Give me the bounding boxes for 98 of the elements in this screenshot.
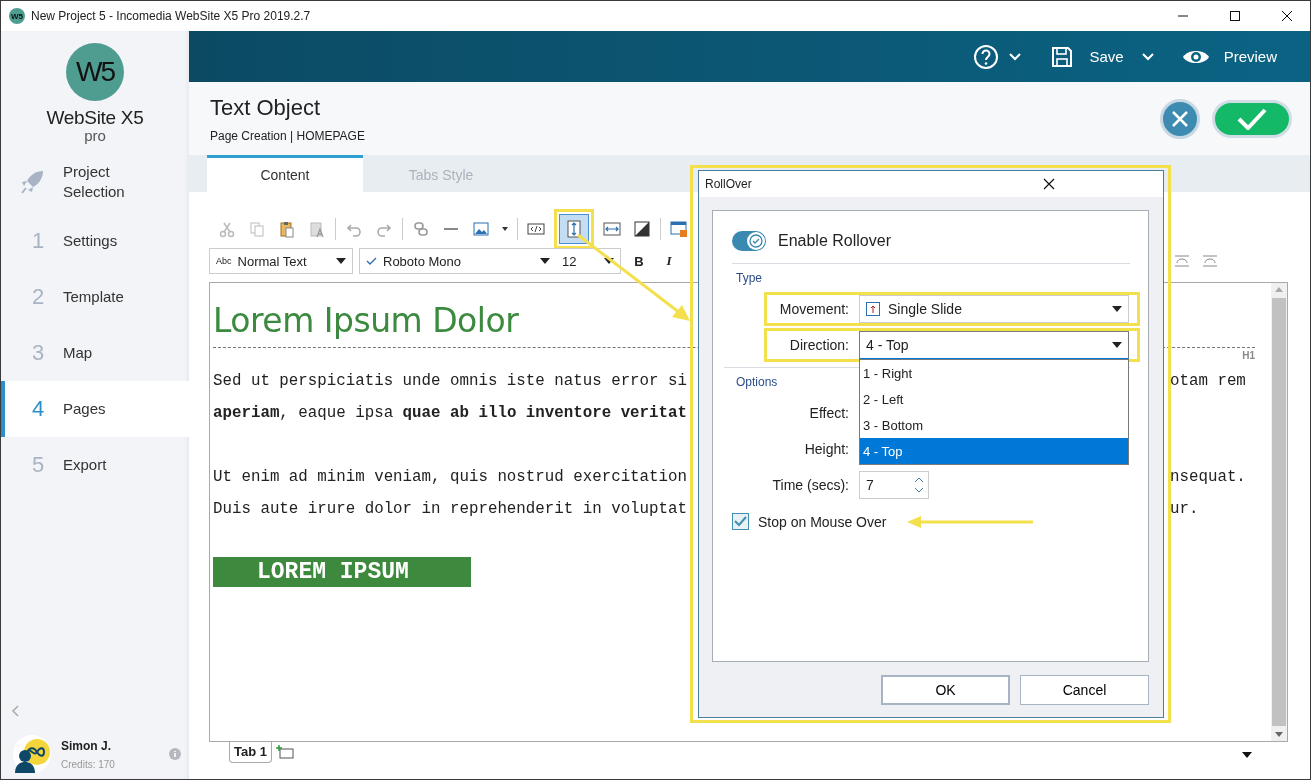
dropdown-option[interactable]: 4 - Top: [860, 438, 1128, 464]
heading-tag: H1: [1242, 350, 1255, 361]
horizontal-arrows-icon: [603, 220, 621, 238]
heading-text: Lorem Ipsum Dolor: [213, 300, 519, 342]
avatar[interactable]: [13, 735, 51, 773]
checkbox[interactable]: [732, 513, 749, 530]
caret-icon: [1112, 342, 1122, 348]
caret-icon[interactable]: [540, 258, 550, 264]
chain-link-icon: [412, 220, 430, 238]
caret-icon[interactable]: [604, 258, 614, 264]
nav-item[interactable]: 4 Pages: [1, 381, 189, 437]
add-tab-icon[interactable]: [276, 745, 294, 759]
close-icon[interactable]: [1042, 178, 1055, 190]
caret-icon: [1112, 306, 1122, 312]
dropdown-option[interactable]: 3 - Bottom: [860, 412, 1128, 438]
logo-mark: W5: [66, 43, 124, 101]
field-label: Height:: [803, 441, 849, 457]
caret-icon[interactable]: [336, 258, 346, 264]
nav-item[interactable]: Project Selection: [1, 151, 189, 213]
page-title: Text Object: [210, 94, 322, 121]
step-number: 3: [31, 340, 46, 366]
nav-item[interactable]: 3 Map: [1, 325, 189, 381]
close-icon: [1171, 109, 1189, 128]
italic-button[interactable]: I: [657, 253, 681, 269]
clipboard-icon: [278, 220, 296, 238]
font-dropdown[interactable]: Roboto Mono 12: [359, 248, 621, 274]
credits-label: Credits: 170: [61, 758, 116, 770]
bold-button[interactable]: B: [627, 253, 651, 269]
cancel-button[interactable]: Cancel: [1020, 675, 1149, 705]
code-icon: [527, 220, 545, 238]
step-number: 1: [31, 228, 46, 254]
movement-dropdown[interactable]: Single Slide: [859, 295, 1129, 323]
scissors-icon: [218, 220, 236, 238]
toggle-label: Enable Rollover: [778, 232, 891, 250]
checkbox-label: Stop on Mouse Over: [758, 513, 887, 530]
spinner-arrows-icon[interactable]: [914, 477, 924, 493]
tab[interactable]: Content: [207, 155, 363, 192]
nav-item[interactable]: 1 Settings: [1, 213, 189, 269]
caret-icon[interactable]: [1141, 52, 1154, 61]
copy-icon: [248, 220, 266, 238]
check-icon: [366, 256, 377, 266]
step-number: 5: [31, 452, 46, 478]
caret-icon: [502, 227, 508, 231]
preview-label[interactable]: Preview: [1223, 48, 1277, 65]
paragraph-spacing-icon[interactable]: [1202, 254, 1218, 268]
image-icon: [472, 220, 490, 238]
dropdown-option[interactable]: 2 - Left: [860, 386, 1128, 412]
rocket-icon: [19, 169, 45, 195]
field-label: Movement:: [778, 301, 849, 317]
cancel-button[interactable]: [1160, 98, 1200, 139]
dropdown-option[interactable]: 1 - Right: [860, 360, 1128, 386]
window-icon: [670, 220, 688, 238]
logo-edition: pro: [84, 129, 106, 143]
contrast-square-icon: [633, 220, 651, 238]
field-label: Effect:: [808, 405, 849, 421]
body-text: otam rem: [1170, 371, 1246, 392]
body-text: aperiam, eaque ipsa quae ab illo inventore veritat: [213, 403, 687, 424]
breadcrumb: Page Creation | HOMEPAGE: [210, 128, 366, 143]
window-title: New Project 5 - Incomedia WebSite X5 Pro 2019.2.7: [31, 9, 312, 23]
tab[interactable]: Tab 1: [229, 742, 272, 763]
check-icon: [1237, 107, 1267, 130]
body-text: Ut enim ad minim veniam, quis nostrud exercitation: [213, 467, 687, 488]
user-name: Simon J.: [61, 738, 112, 753]
app-icon: W5: [9, 8, 25, 24]
save-icon[interactable]: [1051, 45, 1074, 68]
check-circle-icon: [749, 234, 763, 248]
body-text: Duis aute irure dolor in reprehenderit in voluptat: [213, 499, 687, 520]
check-icon: [734, 516, 747, 527]
save-label[interactable]: Save: [1089, 48, 1124, 65]
close-icon[interactable]: [1281, 10, 1293, 22]
clipboard-text-icon: [308, 220, 326, 238]
step-number: 4: [31, 396, 46, 422]
caret-icon[interactable]: [1242, 752, 1252, 758]
logo-name: WebSite X5: [46, 107, 144, 129]
body-text: ur.: [1170, 499, 1199, 520]
nav-item[interactable]: 2 Template: [1, 269, 189, 325]
toggle-switch[interactable]: [732, 231, 766, 251]
vertical-arrows-icon: [565, 220, 583, 238]
horizontal-line-icon: [444, 228, 458, 230]
help-icon[interactable]: [973, 43, 1000, 70]
caret-icon[interactable]: [1009, 52, 1022, 61]
slide-icon: [866, 302, 880, 316]
dialog-title: RollOver: [705, 177, 753, 191]
confirm-button[interactable]: [1212, 99, 1292, 138]
style-dropdown[interactable]: Abc Normal Text: [209, 248, 353, 274]
paragraph-spacing-icon[interactable]: [1174, 254, 1190, 268]
body-text: Sed ut perspiciatis unde omnis iste natus error si: [213, 371, 687, 392]
ok-button[interactable]: OK: [881, 675, 1010, 705]
scroll-down-icon[interactable]: [1275, 732, 1283, 737]
nav-item[interactable]: 5 Export: [1, 437, 189, 493]
field-label: Time (secs):: [771, 477, 849, 493]
maximize-icon[interactable]: [1229, 10, 1241, 22]
number-field[interactable]: 7: [859, 471, 929, 499]
section-label: Type: [736, 271, 763, 285]
body-text: nsequat.: [1170, 467, 1246, 488]
step-number: 2: [31, 284, 46, 310]
scrollbar[interactable]: [1271, 283, 1287, 741]
field-label: Direction:: [788, 337, 849, 353]
